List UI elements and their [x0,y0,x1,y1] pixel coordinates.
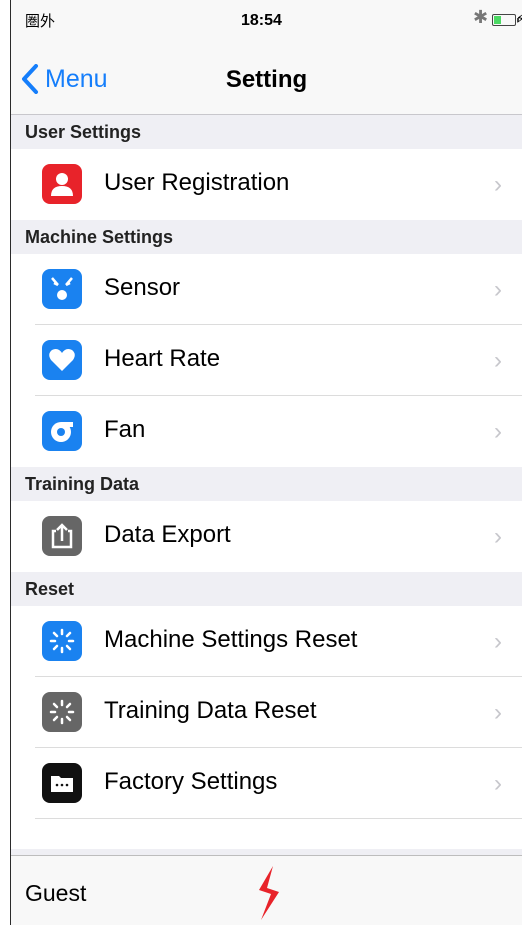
row-data-export[interactable]: Data Export › [11,501,522,572]
row-label: Machine Settings Reset [104,626,358,653]
export-icon [42,516,82,556]
row-label: Data Export [104,521,231,548]
row-training-data-reset[interactable]: Training Data Reset › [11,677,522,748]
row-label: Sensor [104,274,181,301]
chevron-right-icon: › [494,418,502,445]
row-label: Fan [104,416,146,443]
section-header-training-data: Training Data [25,474,140,494]
section-header-user-settings: User Settings [25,122,142,142]
battery-icon [492,14,519,26]
row-label: Training Data Reset [104,697,317,724]
carrier-label: 圏外 [25,13,56,30]
bottom-bar: Guest [11,855,522,925]
row-fan[interactable]: Fan › [11,396,522,467]
brand-logo-icon [259,866,279,920]
row-label: User Registration [104,169,290,196]
folder-icon [42,763,82,803]
row-label: Factory Settings [104,768,278,795]
sensor-icon [42,269,82,309]
setting-screen: 圏外 18:54 ✱ ⚡ Menu Setting User Settings … [10,0,522,925]
navigation-bar: Menu Setting [11,40,522,115]
fan-icon [42,411,82,451]
chevron-right-icon: › [494,628,502,655]
current-user-label[interactable]: Guest [25,880,86,907]
clock: 18:54 [241,12,282,29]
row-heart-rate[interactable]: Heart Rate › [11,325,522,396]
row-label: Heart Rate [104,345,221,372]
section-header-reset: Reset [25,579,75,599]
chevron-right-icon: › [494,276,502,303]
bluetooth-icon: ✱ [473,7,489,27]
chevron-right-icon: › [494,523,502,550]
row-factory-settings[interactable]: Factory Settings › [11,748,522,819]
row-user-registration[interactable]: User Registration › [11,149,522,220]
charging-bolt-icon: ⚡ [516,11,522,27]
reset-spinner-icon [42,621,82,661]
reset-spinner-icon [42,692,82,732]
chevron-right-icon: › [494,699,502,726]
user-icon [42,164,82,204]
list-footer-space [11,819,522,849]
heart-icon [42,340,82,380]
chevron-right-icon: › [494,770,502,797]
row-divider [35,818,522,819]
section-header-machine-settings: Machine Settings [25,227,174,247]
chevron-right-icon: › [494,347,502,374]
chevron-right-icon: › [494,171,502,198]
status-bar: 圏外 18:54 ✱ ⚡ [11,0,522,40]
page-title: Setting [225,66,308,93]
row-machine-settings-reset[interactable]: Machine Settings Reset › [11,606,522,677]
row-sensor[interactable]: Sensor › [11,254,522,325]
settings-list: User Settings User Registration › Machin… [11,115,522,855]
